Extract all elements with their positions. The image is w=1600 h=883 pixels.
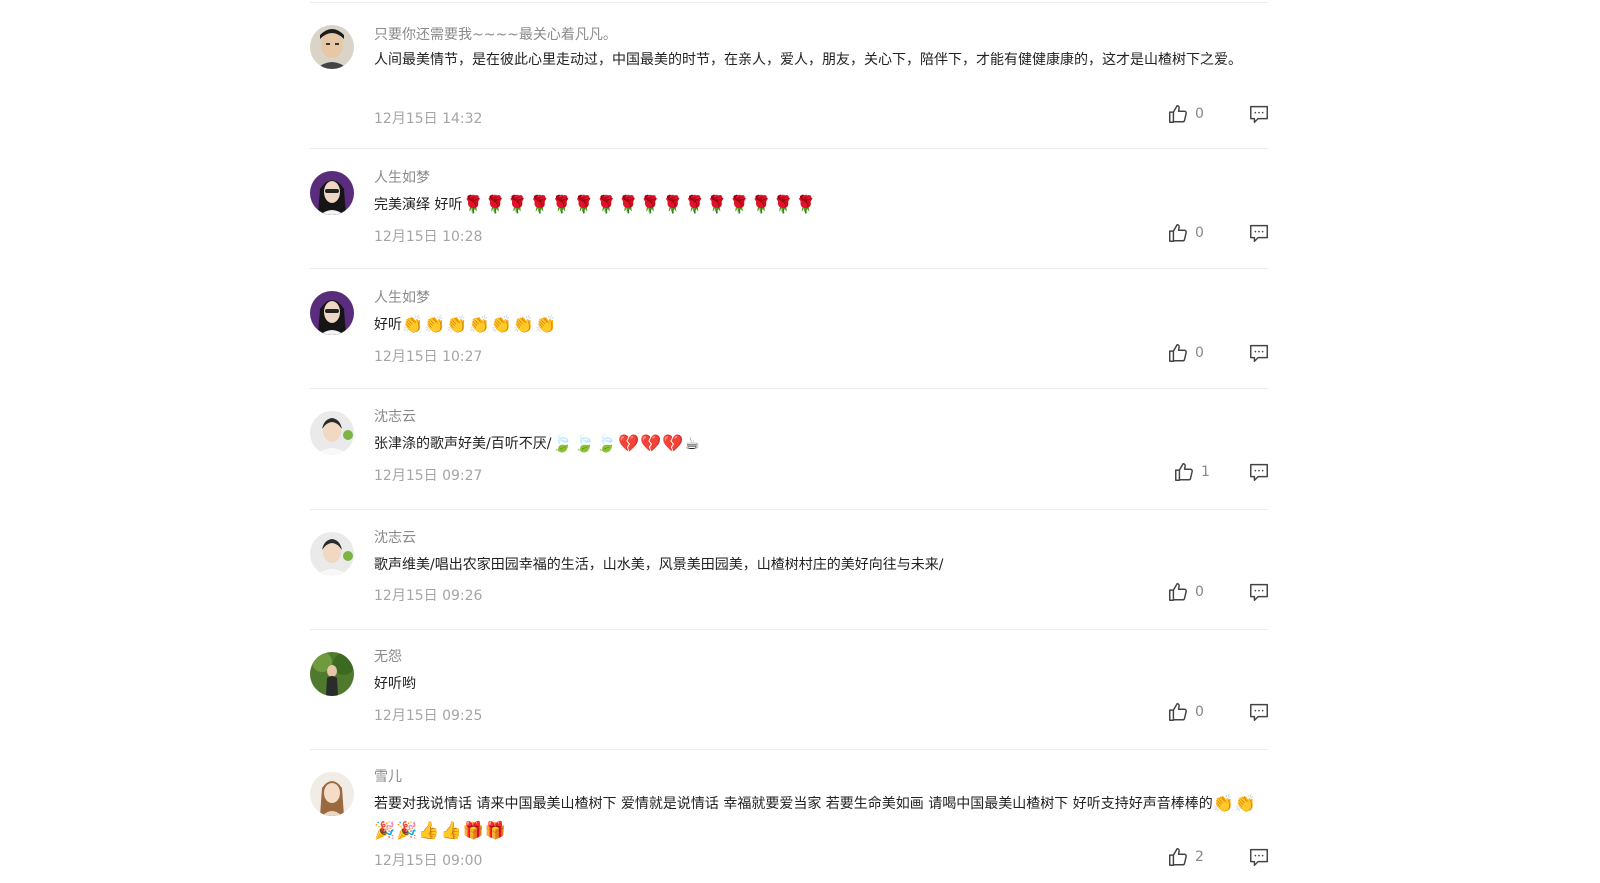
like-button[interactable]: 1: [1173, 461, 1210, 483]
like-count: 0: [1195, 704, 1204, 720]
like-count: 0: [1195, 225, 1204, 241]
thumbs-up-icon: [1167, 581, 1189, 603]
like-button[interactable]: 0: [1167, 342, 1204, 364]
avatar[interactable]: [310, 25, 354, 69]
comment-time: 12月15日 09:25: [374, 708, 483, 724]
like-button[interactable]: 0: [1167, 222, 1204, 244]
comment-text: 歌声维美/唱出农家田园幸福的生活，山水美，风景美田园美，山楂树村庄的美好向往与未…: [374, 557, 944, 573]
like-count: 1: [1201, 464, 1210, 480]
comment-author[interactable]: 只要你还需要我~~~~最关心着凡凡。: [374, 24, 617, 44]
comment-author[interactable]: 人生如梦: [374, 167, 430, 187]
comment-text: 好听哟: [374, 676, 416, 692]
reply-button[interactable]: [1248, 846, 1270, 868]
comment-item: 沈志云 张津涤的歌声好美/百听不厌/🍃🍃🍃💔💔💔☕ 12月15日 09:27 1: [310, 389, 1268, 510]
comment-text: 若要对我说情话 请来中国最美山楂树下 爱情就是说情话 幸福就要爱当家 若要生命美…: [374, 794, 1258, 841]
comment-bubble-icon: [1248, 342, 1270, 364]
comment-emoji: 🍃🍃🍃💔💔💔☕: [551, 434, 701, 454]
comment-item: 沈志云 歌声维美/唱出农家田园幸福的生活，山水美，风景美田园美，山楂树村庄的美好…: [310, 510, 1268, 630]
comment-time: 12月15日 14:32: [374, 111, 483, 127]
comment-bubble-icon: [1248, 222, 1270, 244]
comment-time: 12月15日 09:27: [374, 468, 483, 484]
comment-bubble-icon: [1248, 701, 1270, 723]
comment-time: 12月15日 10:27: [374, 349, 483, 365]
like-button[interactable]: 2: [1167, 846, 1204, 868]
thumbs-up-icon: [1167, 103, 1189, 125]
like-button[interactable]: 0: [1167, 581, 1204, 603]
comment-item: 雪儿 若要对我说情话 请来中国最美山楂树下 爱情就是说情话 幸福就要爱当家 若要…: [310, 750, 1268, 883]
thumbs-up-icon: [1167, 846, 1189, 868]
avatar[interactable]: [310, 532, 354, 576]
comment-time: 12月15日 09:00: [374, 853, 483, 869]
like-count: 0: [1195, 584, 1204, 600]
comment-text: 好听👏👏👏👏👏👏👏: [374, 315, 558, 335]
comment-time: 12月15日 10:28: [374, 229, 483, 245]
thumbs-up-icon: [1167, 342, 1189, 364]
comment-item: 人生如梦 好听👏👏👏👏👏👏👏 12月15日 10:27 0: [310, 269, 1268, 389]
avatar[interactable]: [310, 772, 354, 816]
comment-author[interactable]: 沈志云: [374, 527, 416, 547]
comment-text: 人间最美情节，是在彼此心里走动过，中国最美的时节，在亲人，爱人，朋友，关心下，陪…: [374, 52, 1242, 68]
comment-item: 人生如梦 完美演绎 好听🌹🌹🌹🌹🌹🌹🌹🌹🌹🌹🌹🌹🌹🌹🌹🌹 12月15日 10:2…: [310, 149, 1268, 269]
avatar[interactable]: [310, 652, 354, 696]
comment-item: 无怨 好听哟 12月15日 09:25 0: [310, 630, 1268, 750]
comment-item: 只要你还需要我~~~~最关心着凡凡。 人间最美情节，是在彼此心里走动过，中国最美…: [310, 3, 1268, 149]
comment-text: 完美演绎 好听🌹🌹🌹🌹🌹🌹🌹🌹🌹🌹🌹🌹🌹🌹🌹🌹: [374, 195, 818, 215]
thumbs-up-icon: [1167, 222, 1189, 244]
reply-button[interactable]: [1248, 342, 1270, 364]
reply-button[interactable]: [1248, 461, 1270, 483]
avatar[interactable]: [310, 291, 354, 335]
reply-button[interactable]: [1248, 581, 1270, 603]
comment-author[interactable]: 雪儿: [374, 766, 402, 786]
comment-text: 张津涤的歌声好美/百听不厌/🍃🍃🍃💔💔💔☕: [374, 434, 701, 454]
like-button[interactable]: 0: [1167, 103, 1204, 125]
comment-author[interactable]: 沈志云: [374, 406, 416, 426]
avatar[interactable]: [310, 411, 354, 455]
like-button[interactable]: 0: [1167, 701, 1204, 723]
comment-author[interactable]: 人生如梦: [374, 287, 430, 307]
reply-button[interactable]: [1248, 222, 1270, 244]
comment-author[interactable]: 无怨: [374, 646, 402, 666]
reply-button[interactable]: [1248, 103, 1270, 125]
comment-emoji: 🌹🌹🌹🌹🌹🌹🌹🌹🌹🌹🌹🌹🌹🌹🌹🌹: [462, 195, 818, 215]
comment-emoji: 👏👏👏👏👏👏👏: [402, 315, 558, 335]
reply-button[interactable]: [1248, 701, 1270, 723]
thumbs-up-icon: [1173, 461, 1195, 483]
comment-time: 12月15日 09:26: [374, 588, 483, 604]
like-count: 2: [1195, 849, 1204, 865]
comment-bubble-icon: [1248, 846, 1270, 868]
like-count: 0: [1195, 106, 1204, 122]
comment-bubble-icon: [1248, 581, 1270, 603]
comment-bubble-icon: [1248, 103, 1270, 125]
comment-bubble-icon: [1248, 461, 1270, 483]
thumbs-up-icon: [1167, 701, 1189, 723]
avatar[interactable]: [310, 171, 354, 215]
comment-list: 只要你还需要我~~~~最关心着凡凡。 人间最美情节，是在彼此心里走动过，中国最美…: [310, 0, 1268, 883]
like-count: 0: [1195, 345, 1204, 361]
